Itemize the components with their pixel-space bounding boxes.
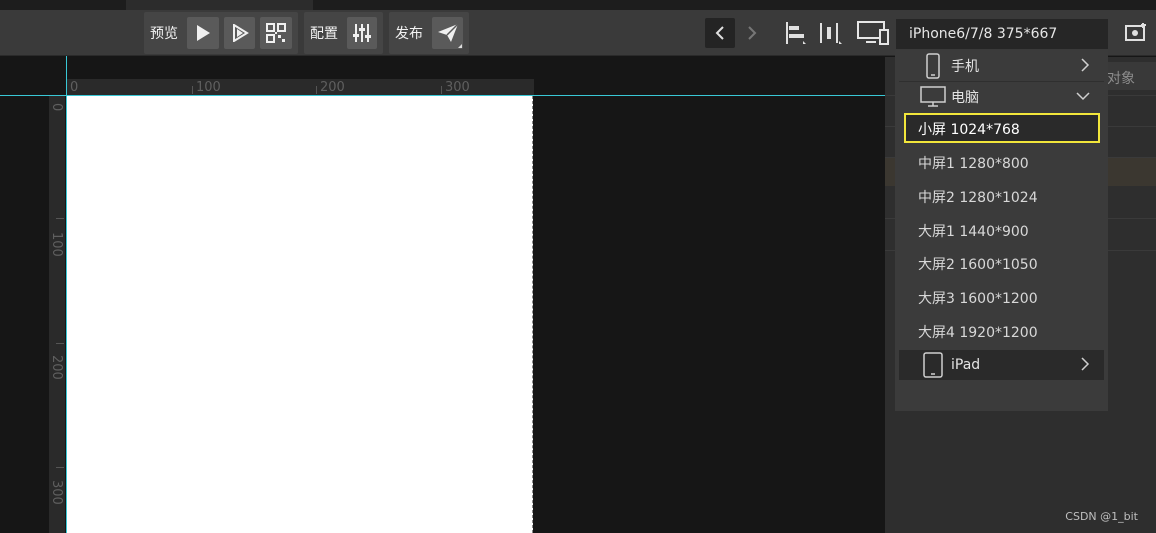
chevron-left-icon xyxy=(715,26,724,40)
screen-option-medium-1[interactable]: 中屏1 1280*800 xyxy=(904,147,1100,177)
top-strip xyxy=(0,0,1156,10)
active-tab-hint[interactable] xyxy=(126,0,313,10)
ruler-left-label: 0 xyxy=(49,103,64,112)
artboard[interactable] xyxy=(67,96,533,533)
category-phone[interactable]: 手机 xyxy=(899,51,1104,81)
ruler-tick xyxy=(56,343,64,344)
sliders-icon xyxy=(353,24,371,42)
play-outline-icon xyxy=(232,24,249,42)
screen-option-large-3[interactable]: 大屏3 1600*1200 xyxy=(904,282,1100,312)
eye-frame-icon xyxy=(1125,23,1146,41)
category-label: 电脑 xyxy=(951,90,979,106)
category-desktop[interactable]: 电脑 xyxy=(899,82,1104,112)
devices-icon xyxy=(857,21,889,45)
ruler-top-label: 0 xyxy=(70,80,79,95)
preview-page-button[interactable] xyxy=(223,17,256,49)
send-icon xyxy=(437,23,459,42)
chevron-right-icon xyxy=(748,26,757,40)
guide-line-horizontal[interactable] xyxy=(0,95,886,96)
screen-option-large-2[interactable]: 大屏2 1600*1050 xyxy=(904,248,1100,278)
ruler-left-label: 200 xyxy=(49,355,64,380)
editor-window: 预览 配置 发布 iPhone6/7/8 375*667 0 100 200 3… xyxy=(0,0,1156,533)
screen-option-small[interactable]: 小屏 1024*768 xyxy=(904,113,1100,143)
screen-option-large-4[interactable]: 大屏4 1920*1200 xyxy=(904,316,1100,346)
ruler-top-label: 200 xyxy=(320,80,345,95)
ruler-tick xyxy=(192,86,193,94)
publish-button[interactable] xyxy=(432,17,463,49)
guide-line-vertical[interactable] xyxy=(66,56,67,533)
ruler-top-label: 300 xyxy=(445,80,470,95)
align-left-icon xyxy=(786,22,806,44)
ruler-top-label: 100 xyxy=(196,80,221,95)
watermark: CSDN @1_bit xyxy=(1065,510,1138,523)
ruler-tick xyxy=(56,218,64,219)
chevron-down-icon xyxy=(1076,89,1090,105)
phone-icon xyxy=(919,53,947,79)
chevron-right-icon xyxy=(1080,357,1090,375)
preview-group: 预览 xyxy=(144,12,298,54)
category-ipad[interactable]: iPad xyxy=(899,350,1104,380)
ruler-tick xyxy=(56,467,64,468)
distribute-icon xyxy=(820,23,842,44)
preview-label: 预览 xyxy=(150,26,178,42)
config-button[interactable] xyxy=(347,17,377,49)
align-button[interactable] xyxy=(780,18,810,48)
qrcode-button[interactable] xyxy=(260,17,293,49)
preview-play-button[interactable] xyxy=(187,17,219,49)
publish-group: 发布 xyxy=(389,12,469,54)
ruler-left-label: 300 xyxy=(49,480,64,505)
config-group: 配置 xyxy=(304,12,383,54)
ruler-tick xyxy=(441,86,442,94)
play-icon xyxy=(196,25,210,41)
undo-back-button[interactable] xyxy=(705,18,735,48)
qrcode-icon xyxy=(266,23,287,43)
device-size-select[interactable]: iPhone6/7/8 375*667 xyxy=(896,19,1108,49)
device-dropdown: 手机 电脑 小屏 1024*768 中屏1 1280*800 中屏2 1280*… xyxy=(895,50,1108,411)
tablet-icon xyxy=(919,352,947,378)
publish-corner-mark xyxy=(458,44,462,48)
config-label: 配置 xyxy=(310,26,338,42)
monitor-icon xyxy=(919,86,947,108)
screen-option-medium-2[interactable]: 中屏2 1280*1024 xyxy=(904,181,1100,211)
eye-settings-button[interactable] xyxy=(1120,18,1150,48)
device-toggle-button[interactable] xyxy=(855,18,891,48)
redo-forward-button[interactable] xyxy=(737,18,767,48)
ruler-tick xyxy=(316,86,317,94)
chevron-right-icon xyxy=(1080,58,1090,76)
distribute-button[interactable] xyxy=(815,18,845,48)
ruler-left-label: 100 xyxy=(49,232,64,257)
tab-objects[interactable]: 对象 xyxy=(1100,62,1156,90)
screen-option-large-1[interactable]: 大屏1 1440*900 xyxy=(904,215,1100,245)
publish-label: 发布 xyxy=(395,26,423,42)
category-label: 手机 xyxy=(951,59,979,75)
category-label: iPad xyxy=(951,357,981,373)
